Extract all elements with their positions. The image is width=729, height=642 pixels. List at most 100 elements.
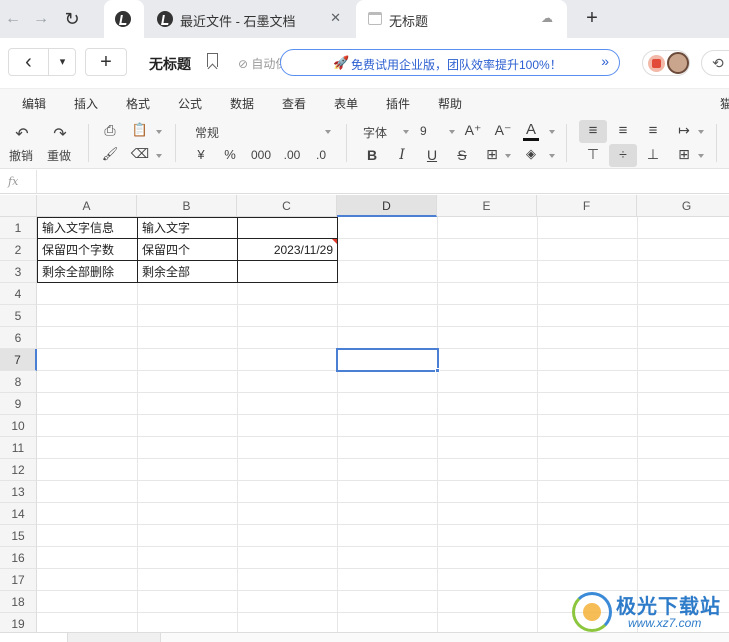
avatar[interactable] — [667, 52, 689, 74]
decimal-increase-button[interactable]: .00 — [281, 148, 303, 162]
row-header[interactable]: 7 — [0, 349, 37, 371]
row-header[interactable]: 3 — [0, 261, 37, 283]
redo-button[interactable]: 重做 — [44, 147, 74, 164]
print-icon[interactable]: ⎙ — [100, 122, 120, 139]
menu-edit[interactable]: 编辑 — [22, 95, 46, 112]
chevron-down-icon[interactable] — [505, 154, 511, 158]
reload-icon[interactable]: ↻ — [61, 8, 83, 30]
chevron-down-icon[interactable] — [549, 154, 555, 158]
chevron-down-icon[interactable] — [698, 130, 704, 134]
valign-top-icon[interactable]: ⊤ — [583, 146, 603, 163]
bold-button[interactable]: B — [364, 147, 380, 163]
fill-color-icon[interactable]: ◈ — [523, 146, 539, 162]
redo-icon[interactable]: ↷ — [46, 124, 74, 144]
column-header-f[interactable]: F — [537, 195, 637, 217]
cell-b1[interactable]: 输入文字 — [138, 217, 237, 239]
paste-icon[interactable]: 📋 — [130, 122, 150, 138]
row-header[interactable]: 6 — [0, 327, 37, 349]
row-header[interactable]: 14 — [0, 503, 37, 525]
cell-c2[interactable]: 2023/11/29 — [238, 239, 337, 261]
font-color-button[interactable]: A — [523, 121, 539, 141]
cell-b3[interactable]: 剩余全部 — [138, 261, 237, 283]
currency-button[interactable]: ¥ — [192, 147, 210, 162]
row-header[interactable]: 4 — [0, 283, 37, 305]
row-header[interactable]: 10 — [0, 415, 37, 437]
align-center-icon[interactable]: ≡ — [613, 122, 633, 139]
tab-untitled[interactable]: 无标题 ☁ — [356, 0, 567, 38]
row-header[interactable]: 9 — [0, 393, 37, 415]
menu-plugins[interactable]: 插件 — [386, 95, 410, 112]
row-header[interactable]: 1 — [0, 217, 37, 239]
chevron-down-icon[interactable] — [549, 130, 555, 134]
font-grow-button[interactable]: A⁺ — [463, 122, 483, 139]
row-header[interactable]: 5 — [0, 305, 37, 327]
menu-formula[interactable]: 公式 — [178, 95, 202, 112]
menu-data[interactable]: 数据 — [230, 95, 254, 112]
font-size-select[interactable]: 9 — [420, 124, 427, 138]
align-left-icon[interactable]: ≡ — [583, 122, 603, 139]
borders-icon[interactable]: ⊞ — [484, 146, 500, 163]
doc-title[interactable]: 无标题 — [149, 54, 191, 74]
fill-handle[interactable] — [435, 368, 440, 373]
row-header[interactable]: 2 — [0, 239, 37, 261]
close-icon[interactable]: ✕ — [330, 10, 341, 26]
column-header-d[interactable]: D — [337, 195, 437, 217]
active-cell-selection[interactable] — [336, 348, 439, 372]
row-header[interactable]: 15 — [0, 525, 37, 547]
column-header-b[interactable]: B — [137, 195, 237, 217]
chevron-down-icon[interactable] — [449, 130, 455, 134]
history-icon[interactable]: ⟲ — [701, 50, 729, 76]
chevron-down-icon[interactable] — [325, 130, 331, 134]
italic-button[interactable]: I — [394, 147, 410, 163]
sheet-tab[interactable] — [0, 633, 68, 642]
row-header[interactable]: 19 — [0, 613, 37, 632]
row-header[interactable]: 13 — [0, 481, 37, 503]
format-painter-icon[interactable]: 🖌 — [100, 146, 120, 162]
font-family-select[interactable]: 字体 — [363, 124, 387, 141]
menu-view[interactable]: 查看 — [282, 95, 306, 112]
undo-button[interactable]: 撤销 — [6, 147, 36, 164]
menu-overflow[interactable]: 猫 — [720, 95, 729, 112]
column-header-a[interactable]: A — [37, 195, 137, 217]
pinned-tab[interactable] — [104, 0, 144, 38]
thousands-separator-button[interactable]: 000 — [249, 148, 273, 162]
row-header[interactable]: 16 — [0, 547, 37, 569]
back-arrow-icon[interactable]: ← — [2, 8, 24, 30]
collaborators[interactable] — [642, 50, 690, 76]
wrap-text-icon[interactable]: ↦ — [674, 122, 694, 139]
comment-marker[interactable] — [332, 239, 337, 244]
font-shrink-button[interactable]: A⁻ — [493, 122, 513, 139]
menu-insert[interactable]: 插入 — [74, 95, 98, 112]
row-header[interactable]: 8 — [0, 371, 37, 393]
chevron-down-icon[interactable] — [698, 154, 704, 158]
spreadsheet-grid[interactable]: A B C D E F G 1 2 3 4 5 6 7 8 9 10 11 12… — [0, 195, 729, 632]
column-header-e[interactable]: E — [437, 195, 537, 217]
row-header[interactable]: 17 — [0, 569, 37, 591]
chevron-down-icon[interactable] — [403, 130, 409, 134]
back-button[interactable]: ‹ — [9, 49, 49, 75]
column-header-g[interactable]: G — [637, 195, 729, 217]
number-format-select[interactable]: 常规 — [195, 124, 219, 141]
new-doc-button[interactable]: + — [85, 48, 127, 76]
percent-button[interactable]: % — [221, 147, 239, 162]
cell-a3[interactable]: 剩余全部删除 — [38, 261, 137, 283]
enterprise-promo-button[interactable]: 🚀 免费试用企业版，团队效率提升100%！ » — [280, 49, 620, 76]
chevron-down-icon[interactable] — [156, 130, 162, 134]
forward-arrow-icon[interactable]: → — [30, 8, 52, 30]
valign-bottom-icon[interactable]: ⊥ — [643, 146, 663, 163]
new-tab-button[interactable]: + — [581, 8, 603, 30]
valign-middle-icon[interactable]: ÷ — [613, 146, 633, 162]
cell-b2[interactable]: 保留四个 — [138, 239, 237, 261]
chevron-down-icon[interactable]: ▾ — [49, 49, 76, 75]
align-right-icon[interactable]: ≡ — [643, 122, 663, 139]
menu-format[interactable]: 格式 — [126, 95, 150, 112]
cell-a1[interactable]: 输入文字信息 — [38, 217, 137, 239]
bookmark-icon[interactable] — [207, 53, 218, 67]
select-all-corner[interactable] — [0, 195, 37, 217]
tab-recent-files[interactable]: 最近文件 - 石墨文档 ✕ — [147, 0, 353, 38]
row-header[interactable]: 18 — [0, 591, 37, 613]
row-header[interactable]: 12 — [0, 459, 37, 481]
column-header-c[interactable]: C — [237, 195, 337, 217]
cell-a2[interactable]: 保留四个字数 — [38, 239, 137, 261]
menu-form[interactable]: 表单 — [334, 95, 358, 112]
